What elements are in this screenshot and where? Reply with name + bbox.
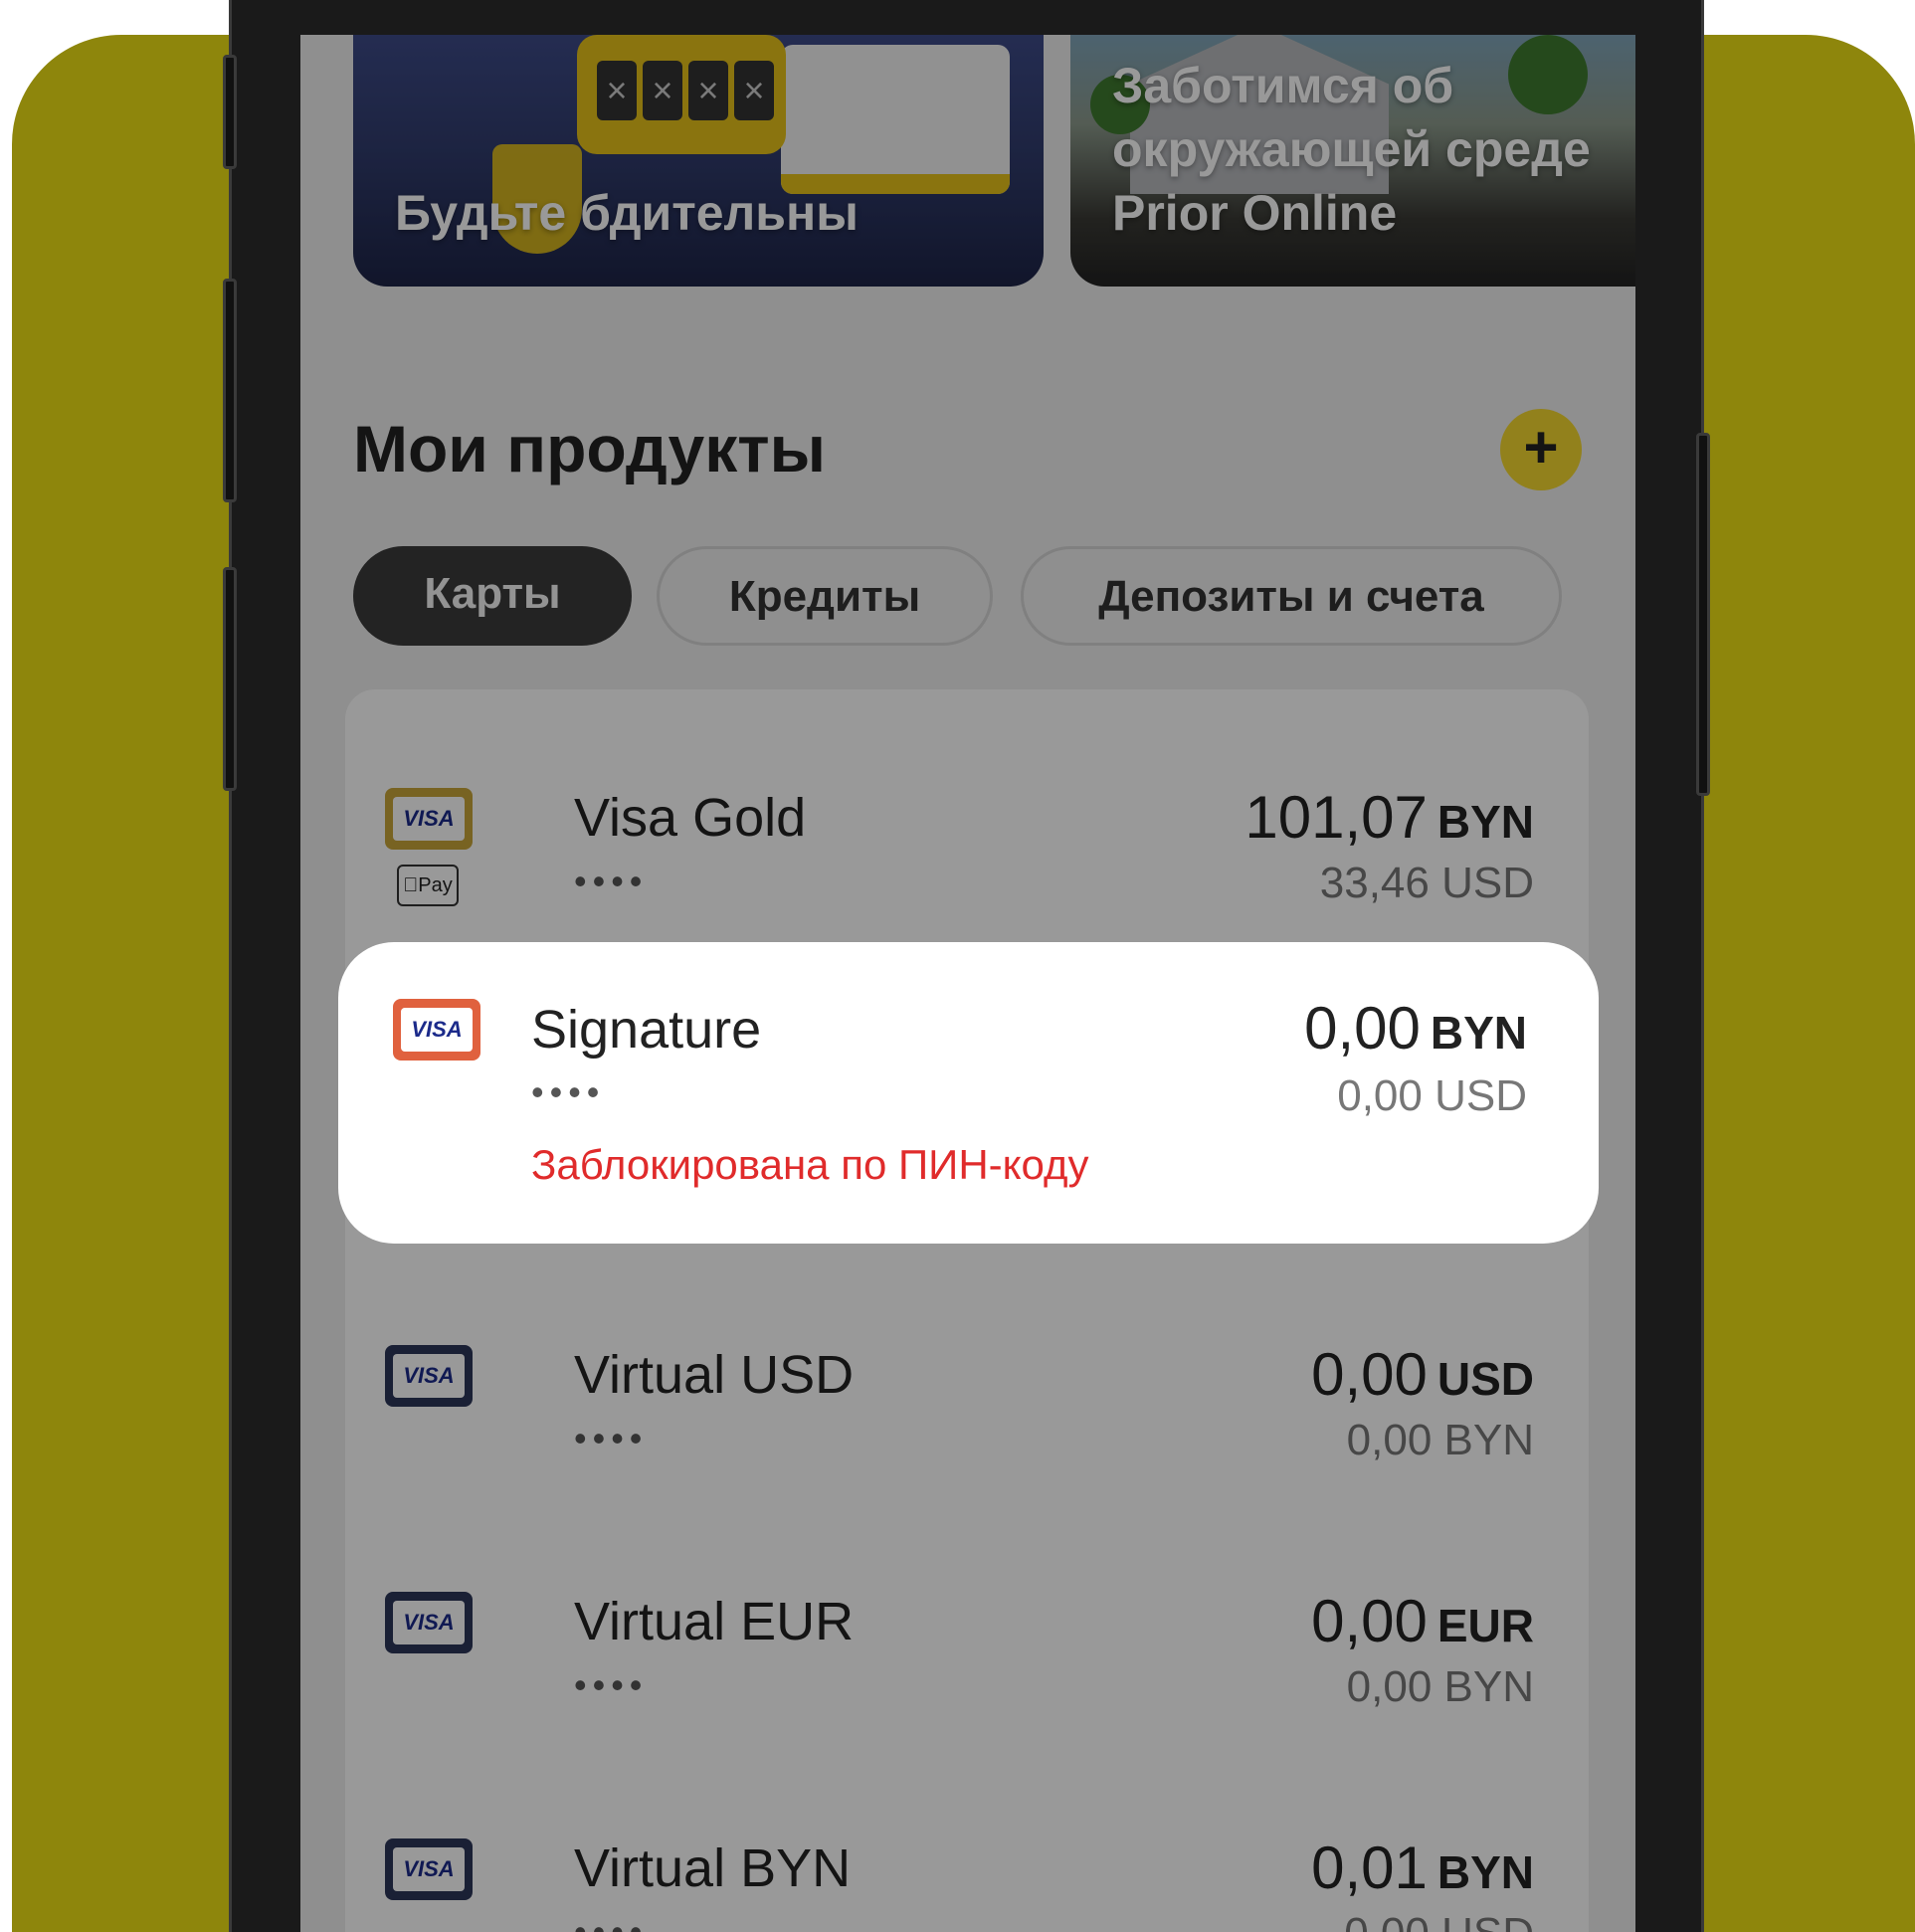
card-balance-secondary: 0,00 BYN [1346, 1416, 1534, 1464]
card-row-virtual-byn[interactable]: VISA Virtual BYN •••• 0,01BYN 0,00 USD [345, 1802, 1589, 1932]
card-name: Visa Gold [574, 788, 807, 848]
visa-card-icon: VISA [385, 1838, 473, 1900]
tab-credits[interactable]: Кредиты [657, 546, 993, 646]
card-balance: 0,01 BYN [1311, 1835, 1534, 1901]
card-number-mask: •••• [574, 1911, 649, 1932]
card-row-virtual-usd[interactable]: VISA Virtual USD •••• 0,00 USD 0,00 BYN [345, 1308, 1589, 1527]
card-balance-secondary: 0,00 BYN [1346, 1662, 1534, 1711]
card-number-mask: •••• [574, 861, 649, 901]
card-name: Virtual EUR [574, 1592, 855, 1651]
phone-side-button [223, 279, 237, 502]
tab-deposits[interactable]: Депозиты и счета [1021, 546, 1562, 646]
lock-icon: × × × × [577, 35, 786, 154]
card-illustration [781, 45, 1010, 194]
card-balance: 0,00 EUR [1311, 1588, 1534, 1654]
banner-title: Заботимся об окружающей среде Prior Onli… [1112, 58, 1591, 241]
apple-pay-icon: Pay [397, 865, 459, 906]
phone-side-button [223, 55, 237, 169]
phone-side-button [1696, 433, 1710, 796]
card-balance-secondary: 33,46 USD [1319, 859, 1534, 907]
card-name: Signature [531, 1000, 762, 1060]
visa-card-icon: VISA [385, 1345, 473, 1407]
card-row-visa-gold[interactable]: VISA Pay Visa Gold •••• 101,07BYN 33,46… [345, 751, 1589, 950]
card-name: Virtual USD [574, 1345, 855, 1405]
phone-side-button [223, 567, 237, 791]
card-balance: 0,00 USD [1311, 1341, 1534, 1408]
visa-card-icon: VISA [393, 999, 480, 1061]
card-number-mask: •••• [574, 1418, 649, 1458]
card-status-blocked: Заблокирована по ПИН-коду [531, 1141, 1089, 1188]
card-number-mask: •••• [531, 1071, 606, 1112]
add-product-button[interactable]: + [1500, 409, 1582, 490]
card-row-signature[interactable]: VISA Signature •••• Заблокирована по ПИН… [338, 942, 1599, 1244]
card-balance-secondary: 0,00 USD [1344, 1909, 1534, 1932]
card-balance: 101,07 BYN [1245, 784, 1534, 851]
card-number-mask: •••• [574, 1664, 649, 1705]
card-name: Virtual BYN [574, 1838, 852, 1898]
card-row-virtual-eur[interactable]: VISA Virtual EUR •••• 0,00 EUR 0,00 BYN [345, 1555, 1589, 1774]
visa-card-icon: VISA [385, 788, 473, 850]
promo-banner-environment[interactable]: Заботимся об окружающей среде Prior Onli… [1070, 35, 1635, 287]
card-balance-secondary: 0,00 USD [1337, 1071, 1527, 1120]
section-title: Мои продукты [353, 412, 826, 485]
tab-cards[interactable]: Карты [353, 546, 632, 646]
promo-banner-security[interactable]: × × × × Будьте бдительны [353, 35, 1044, 287]
visa-card-icon: VISA [385, 1592, 473, 1653]
banner-title: Будьте бдительны [395, 185, 859, 241]
card-balance: 0,00 BYN [1304, 995, 1527, 1062]
